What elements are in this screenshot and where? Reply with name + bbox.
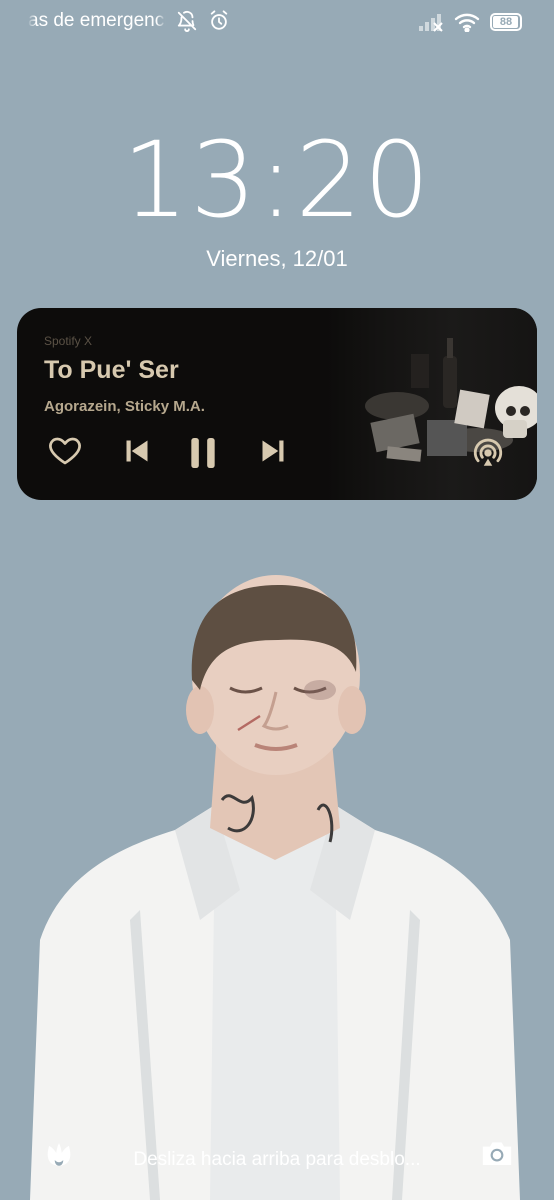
battery-icon: 88 bbox=[490, 13, 522, 31]
status-left: as de emergencia bbox=[28, 10, 230, 32]
pause-button[interactable] bbox=[183, 433, 223, 478]
alarm-icon bbox=[208, 10, 230, 32]
status-bar: as de emergencia 88 bbox=[0, 0, 554, 48]
wifi-icon bbox=[454, 12, 480, 32]
status-right: 88 bbox=[418, 12, 522, 32]
bell-off-icon bbox=[176, 10, 198, 32]
lock-clock: 13:20 bbox=[122, 119, 432, 241]
status-ticker: as de emergencia bbox=[28, 10, 166, 31]
previous-track-button[interactable] bbox=[119, 433, 155, 474]
battery-level: 88 bbox=[499, 16, 513, 28]
media-source-label: Spotify X bbox=[44, 334, 93, 348]
like-button[interactable] bbox=[47, 433, 83, 474]
next-track-button[interactable] bbox=[255, 433, 291, 474]
next-icon bbox=[255, 433, 291, 474]
camera-shortcut-button[interactable] bbox=[480, 1138, 514, 1173]
album-art bbox=[327, 308, 537, 500]
track-artist: Agorazein, Sticky M.A. bbox=[44, 398, 205, 415]
heart-icon bbox=[47, 433, 83, 474]
unlock-hint: Desliza hacia arriba para desblo... bbox=[133, 1149, 421, 1170]
battery-indicator: 88 bbox=[490, 13, 522, 31]
camera-icon bbox=[480, 1142, 514, 1172]
media-player-card[interactable]: Spotify X To Pue' Ser Agorazein, Sticky … bbox=[17, 308, 537, 500]
lock-date: Viernes, 12/01 bbox=[206, 246, 348, 271]
previous-icon bbox=[119, 433, 155, 474]
media-controls bbox=[47, 433, 307, 473]
lock-bottom-bar: Desliza hacia arriba para desblo... bbox=[0, 1110, 554, 1200]
audio-output-icon bbox=[471, 438, 505, 474]
track-title: To Pue' Ser bbox=[44, 356, 179, 384]
pause-icon bbox=[183, 433, 223, 478]
cellular-signal-icon bbox=[418, 12, 444, 32]
wallpaper-figure bbox=[0, 560, 554, 1200]
audio-output-button[interactable] bbox=[471, 436, 505, 475]
